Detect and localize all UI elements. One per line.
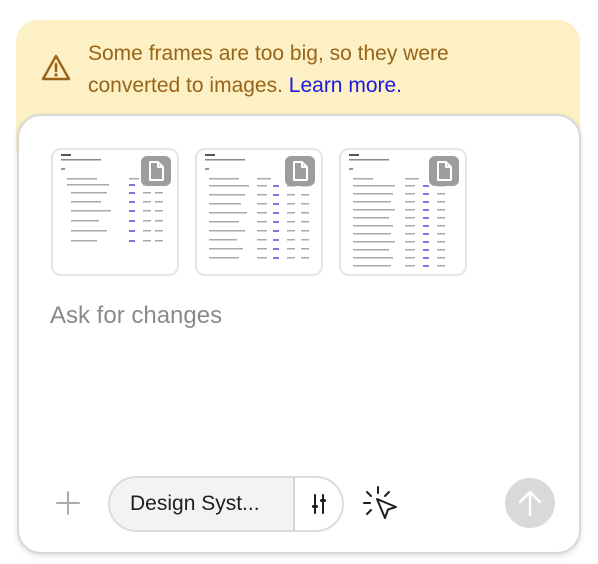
prompt-composer: Design Syst... <box>17 114 581 554</box>
file-icon <box>437 161 452 181</box>
cursor-click-icon[interactable] <box>361 484 401 524</box>
plus-icon[interactable] <box>53 488 83 518</box>
file-icon <box>293 161 308 181</box>
prompt-input[interactable] <box>50 296 530 336</box>
learn-more-link[interactable]: Learn more. <box>289 74 402 97</box>
sliders-icon <box>312 494 326 514</box>
design-system-settings-button[interactable] <box>295 478 342 530</box>
attachment-thumbnail-2[interactable] <box>195 148 323 276</box>
warning-triangle-icon <box>41 54 71 81</box>
attachment-thumbnail-3[interactable] <box>339 148 467 276</box>
design-system-button[interactable]: Design Syst... <box>130 478 260 530</box>
design-system-selector: Design Syst... <box>108 476 344 532</box>
file-icon <box>149 161 164 181</box>
file-badge <box>429 156 459 186</box>
file-badge <box>141 156 171 186</box>
warning-message: Some frames are too big, so they were co… <box>88 38 528 102</box>
attachment-thumbnail-1[interactable] <box>51 148 179 276</box>
arrow-up-icon <box>518 490 542 517</box>
file-badge <box>285 156 315 186</box>
send-button[interactable] <box>505 478 555 528</box>
